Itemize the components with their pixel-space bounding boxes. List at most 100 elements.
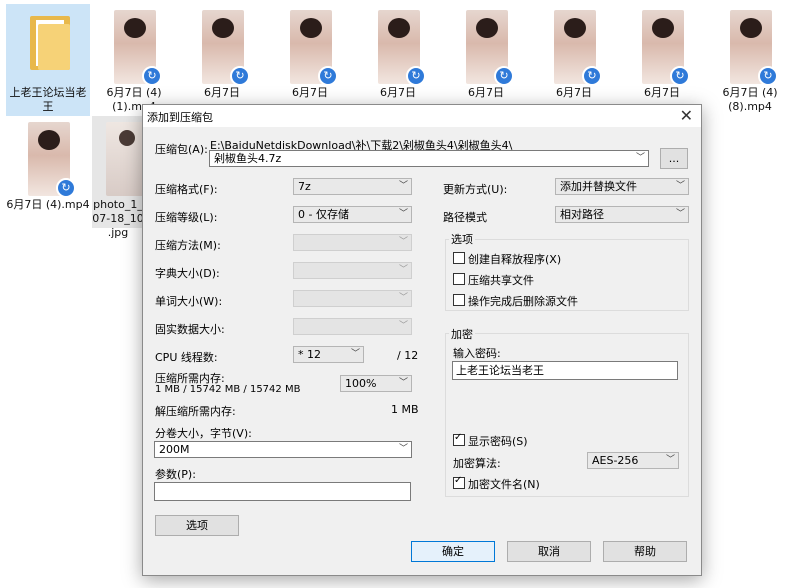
format-label: 压缩格式(F): [155,183,218,196]
chevron-down-icon: ﹀ [635,153,645,163]
baidu-cloud-icon: ↻ [230,66,250,86]
word-label: 单词大小(W): [155,295,223,308]
file-label: photo_1_ 07-18_10 .jpg [92,198,144,239]
delete-source-checkbox[interactable] [453,294,465,306]
ok-button[interactable]: 确定 [411,541,495,562]
folder-item[interactable]: 上老王论坛当老王 [6,4,90,116]
params-label: 参数(P): [155,468,196,481]
baidu-cloud-icon: ↻ [56,178,76,198]
enc-method-value: AES-256 [592,454,639,467]
dict-label: 字典大小(D): [155,267,220,280]
encrypt-group-title: 加密 [449,326,475,342]
volume-value: 200M [159,443,190,456]
mem-comp-value: 1 MB / 15742 MB / 15742 MB [155,384,301,395]
file-item[interactable]: ↻ 6月7日 [356,4,440,116]
archive-name-combo[interactable]: 剁椒鱼头4.7z ﹀ [209,150,649,167]
shared-checkbox[interactable] [453,273,465,285]
file-item[interactable]: ↻ 6月7日 [444,4,528,116]
threads-value: * 12 [298,348,321,361]
encrypt-names-checkbox[interactable] [453,475,465,489]
file-label: 上老王论坛当老王 [9,86,87,113]
add-to-archive-dialog: 添加到压缩包 ✕ 压缩包(A): E:\BaiduNetdiskDownload… [142,104,702,576]
chevron-down-icon: ﹀ [398,444,408,454]
chevron-down-icon: ﹀ [398,378,408,388]
encrypt-names-label: 加密文件名(N) [468,478,540,491]
format-value: 7z [298,180,311,193]
close-icon[interactable]: ✕ [680,106,693,125]
file-item[interactable]: ↻ 6月7日 (4)(8).mp4 [708,4,792,116]
threads-select[interactable]: * 12 ﹀ [293,346,364,363]
pathmode-label: 路径模式 [443,211,487,224]
file-item[interactable]: ↻ 6月7日 [180,4,264,116]
file-item[interactable]: ↻ 6月7日 [620,4,704,116]
password-value: 上老王论坛当老王 [456,364,544,377]
file-label: 6月7日 (4)(8).mp4 [722,86,778,113]
update-value: 添加并替换文件 [560,180,637,193]
options-button[interactable]: 选项 [155,515,239,536]
dialog-title: 添加到压缩包 [147,111,213,124]
mem-percent-select[interactable]: 100% ﹀ [340,375,412,392]
file-item[interactable]: ↻ 6月7日 [268,4,352,116]
solid-label: 固实数据大小: [155,323,225,336]
chevron-down-icon: ﹀ [398,209,408,219]
archive-label: 压缩包(A): [155,143,208,156]
chevron-down-icon: ﹀ [675,181,685,191]
threads-total: / 12 [397,349,419,362]
solid-select[interactable]: ﹀ [293,318,412,335]
chevron-down-icon: ﹀ [398,237,408,247]
params-input[interactable] [154,482,411,501]
browse-button[interactable]: ... [660,148,688,169]
file-item[interactable]: ↻ 6月7日 (4)(1).mp4 [92,4,176,116]
update-label: 更新方式(U): [443,183,508,196]
update-select[interactable]: 添加并替换文件 ﹀ [555,178,689,195]
baidu-cloud-icon: ↻ [494,66,514,86]
level-value: 0 - 仅存储 [298,208,349,221]
file-label: 6月7日 [556,86,592,99]
title-bar: 添加到压缩包 ✕ [143,105,701,127]
show-password-label: 显示密码(S) [468,435,528,448]
chevron-down-icon: ﹀ [350,349,360,359]
pathmode-select[interactable]: 相对路径 ﹀ [555,206,689,223]
format-select[interactable]: 7z ﹀ [293,178,412,195]
mem-decomp-label: 解压缩所需内存: [155,405,236,418]
file-item[interactable]: ↻ 6月7日 (4).mp4 [6,116,90,228]
baidu-cloud-icon: ↻ [758,66,778,86]
baidu-cloud-icon: ↻ [318,66,338,86]
show-password-checkbox[interactable] [453,432,465,446]
dict-select[interactable]: ﹀ [293,262,412,279]
sfx-checkbox[interactable] [453,252,465,264]
password-input[interactable]: 上老王论坛当老王 [452,361,678,380]
folder-icon [30,16,70,70]
chevron-down-icon: ﹀ [398,293,408,303]
cancel-button[interactable]: 取消 [507,541,591,562]
enc-method-select[interactable]: AES-256 ﹀ [587,452,679,469]
chevron-down-icon: ﹀ [665,455,675,465]
word-select[interactable]: ﹀ [293,290,412,307]
password-label: 输入密码: [453,347,501,360]
pathmode-value: 相对路径 [560,208,604,221]
chevron-down-icon: ﹀ [398,321,408,331]
method-label: 压缩方法(M): [155,239,221,252]
threads-label: CPU 线程数: [155,351,218,364]
chevron-down-icon: ﹀ [398,181,408,191]
level-label: 压缩等级(L): [155,211,218,224]
file-item[interactable]: ↻ 6月7日 [532,4,616,116]
baidu-cloud-icon: ↻ [142,66,162,86]
baidu-cloud-icon: ↻ [670,66,690,86]
file-label: 6月7日 [380,86,416,99]
shared-label: 压缩共享文件 [468,274,534,287]
mem-decomp-value: 1 MB [391,403,419,416]
file-item[interactable]: photo_1_ 07-18_10 .jpg [92,116,148,239]
file-label: 6月7日 [468,86,504,99]
level-select[interactable]: 0 - 仅存储 ﹀ [293,206,412,223]
help-button[interactable]: 帮助 [603,541,687,562]
chevron-down-icon: ﹀ [398,265,408,275]
file-label: 6月7日 [204,86,240,99]
mem-percent-value: 100% [345,377,377,390]
file-label: 6月7日 (4).mp4 [6,198,90,211]
archive-name-value: 剁椒鱼头4.7z [214,152,282,165]
method-select[interactable]: ﹀ [293,234,412,251]
volume-combo[interactable]: 200M ﹀ [154,441,412,458]
baidu-cloud-icon: ↻ [406,66,426,86]
file-label: 6月7日 [292,86,328,99]
